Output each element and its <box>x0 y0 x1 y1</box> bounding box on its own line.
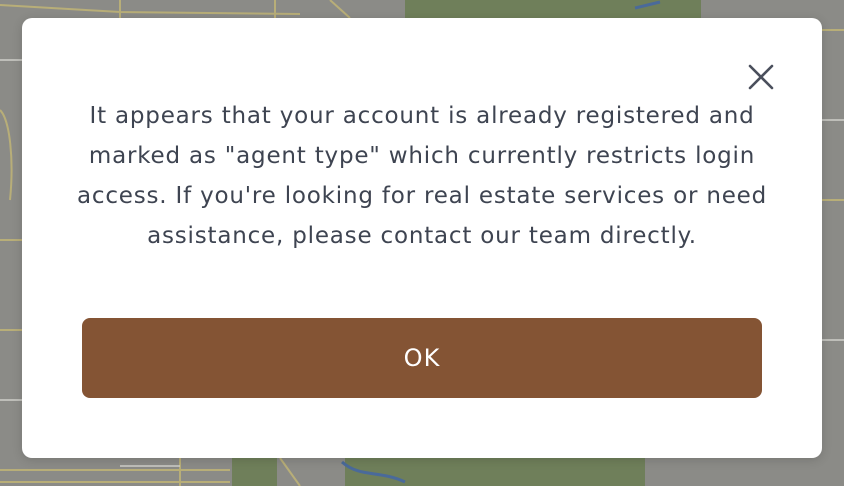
close-button[interactable] <box>744 60 778 94</box>
dialog-message: It appears that your account is already … <box>77 103 767 249</box>
dialog: It appears that your account is already … <box>22 18 822 458</box>
close-icon <box>748 64 774 90</box>
ok-button[interactable]: OK <box>82 318 762 398</box>
